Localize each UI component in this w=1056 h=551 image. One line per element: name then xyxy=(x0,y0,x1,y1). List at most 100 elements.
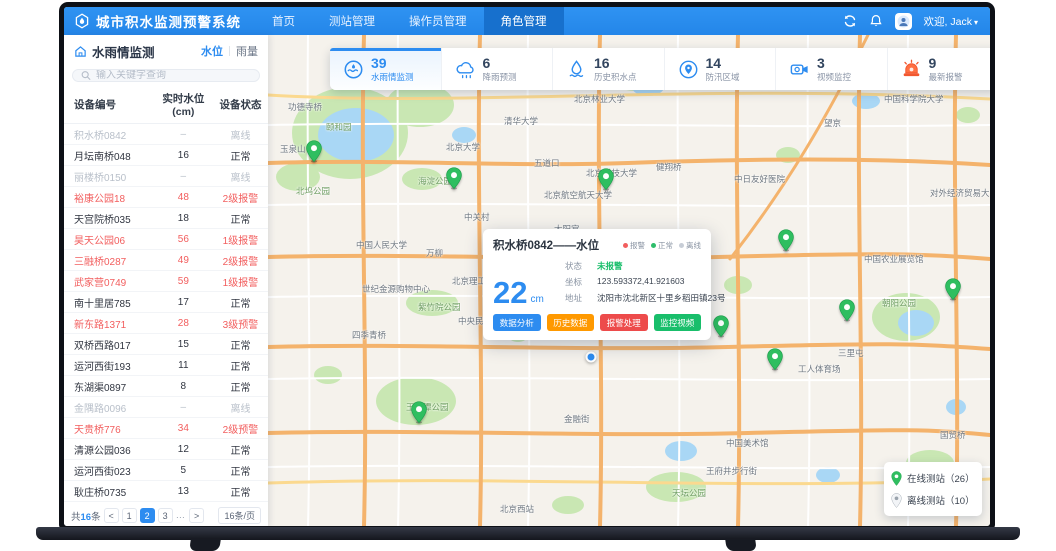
nav-item-首页[interactable]: 首页 xyxy=(255,7,312,35)
stat-card-视频监控[interactable]: 3 视频监控 xyxy=(775,48,887,90)
cell-device-id: 东湖渠0897 xyxy=(64,376,154,397)
cell-device-id: 清源公园036 xyxy=(64,439,154,460)
tab-rainfall[interactable]: 雨量 xyxy=(236,43,258,59)
nav-item-操作员管理[interactable]: 操作员管理 xyxy=(392,7,484,35)
table-row[interactable]: 昊天公园06 56 1级报警 xyxy=(64,229,268,250)
cell-water-level: 8 xyxy=(154,376,213,397)
cell-device-status: 离线 xyxy=(213,397,268,418)
stat-label: 水雨情监测 xyxy=(371,71,414,83)
selected-station-marker[interactable] xyxy=(586,352,597,363)
refresh-icon[interactable] xyxy=(843,14,857,28)
popup-title: 积水桥0842——水位 xyxy=(493,237,599,253)
page-number-button[interactable]: 3 xyxy=(158,508,173,523)
table-row[interactable]: 武家营0749 59 1级报警 xyxy=(64,271,268,292)
popup-fields: 状态 未报警 坐标 123.593372,41.921603 地址 沈阳市沈北新… xyxy=(565,260,725,308)
stat-card-降雨预测[interactable]: 6 降雨预测 xyxy=(441,48,553,90)
nav-item-角色管理[interactable]: 角色管理 xyxy=(484,7,564,35)
table-row[interactable]: 三融桥0287 49 2级报警 xyxy=(64,250,268,271)
monitor-foot-right xyxy=(725,539,757,551)
table-row[interactable]: 耿庄桥0735 13 正常 xyxy=(64,481,268,502)
user-avatar[interactable] xyxy=(895,13,912,30)
map-label: 北京大学 xyxy=(446,141,480,153)
station-pin[interactable] xyxy=(446,167,463,190)
station-pin[interactable] xyxy=(767,348,784,371)
cell-device-id: 新东路1371 xyxy=(64,313,154,334)
cell-water-level: 5 xyxy=(154,460,213,481)
main-content: 水雨情监测 水位 雨量 xyxy=(64,35,990,526)
rain-forecast-icon xyxy=(455,59,476,80)
welcome-text[interactable]: 欢迎, Jack▾ xyxy=(924,14,978,29)
nav-item-测站管理[interactable]: 测站管理 xyxy=(312,7,392,35)
popup-button-数据分析[interactable]: 数据分析 xyxy=(493,314,541,331)
station-pin[interactable] xyxy=(945,278,962,301)
nav-actions: 欢迎, Jack▾ xyxy=(843,7,990,35)
table-row[interactable]: 天宫院桥035 18 正常 xyxy=(64,208,268,229)
tab-divider xyxy=(229,46,230,56)
popup-button-历史数据[interactable]: 历史数据 xyxy=(547,314,595,331)
dashboard-screen: 城市积水监测预警系统 首页测站管理操作员管理角色管理 xyxy=(64,7,990,526)
water-level-reading: 22 cm xyxy=(493,260,555,308)
table-row[interactable]: 天贵桥776 34 2级预警 xyxy=(64,418,268,439)
col-header-device-status: 设备状态 xyxy=(213,88,268,124)
monitor-foot-left xyxy=(189,539,221,551)
table-row[interactable]: 南十里居785 17 正常 xyxy=(64,292,268,313)
chevron-down-icon: ▾ xyxy=(974,18,978,27)
station-pin[interactable] xyxy=(778,229,795,252)
cell-water-level: 34 xyxy=(154,418,213,439)
table-row[interactable]: 东湖渠0897 8 正常 xyxy=(64,376,268,397)
prev-page-button[interactable]: < xyxy=(104,508,119,523)
stat-card-防汛区域[interactable]: 14 防汛区域 xyxy=(664,48,776,90)
legend-online-stations[interactable]: 在线测站（26） xyxy=(891,467,975,489)
station-pin[interactable] xyxy=(411,401,428,424)
map-label: 中关村 xyxy=(464,211,490,223)
legend-offline-stations[interactable]: 离线测站（10） xyxy=(891,489,975,511)
popup-button-监控视频[interactable]: 监控视频 xyxy=(654,314,702,331)
legend-item: 正常 xyxy=(651,240,673,251)
table-row[interactable]: 双桥西路017 15 正常 xyxy=(64,334,268,355)
stat-value: 6 xyxy=(483,56,517,71)
table-row[interactable]: 裕康公园18 48 2级报警 xyxy=(64,187,268,208)
tab-water-level[interactable]: 水位 xyxy=(201,43,223,59)
table-row[interactable]: 丽楼桥0150 – 离线 xyxy=(64,166,268,187)
cell-water-level: 56 xyxy=(154,229,213,250)
station-pin[interactable] xyxy=(306,140,323,163)
cell-water-level: 59 xyxy=(154,271,213,292)
page-number-button[interactable]: 2 xyxy=(140,508,155,523)
table-row[interactable]: 金隅路0096 – 离线 xyxy=(64,397,268,418)
stat-card-水雨情监测[interactable]: 39 水雨情监测 xyxy=(330,48,441,90)
table-row[interactable]: 积水桥0842 – 离线 xyxy=(64,124,268,145)
map-label: 功德寺桥 xyxy=(288,101,322,113)
map-label: 紫竹院公园 xyxy=(418,301,461,313)
page-number-button[interactable]: 1 xyxy=(122,508,137,523)
nav-menu: 首页测站管理操作员管理角色管理 xyxy=(255,7,564,35)
stat-value: 3 xyxy=(817,56,851,71)
table-row[interactable]: 清源公园036 12 正常 xyxy=(64,439,268,460)
flood-zone-icon xyxy=(678,59,699,80)
popup-status-legend: 报警正常离线 xyxy=(623,240,701,251)
search-input[interactable] xyxy=(96,70,251,81)
next-page-button[interactable]: > xyxy=(189,508,204,523)
table-row[interactable]: 运河西街023 5 正常 xyxy=(64,460,268,481)
stat-card-历史积水点[interactable]: 16 历史积水点 xyxy=(552,48,664,90)
table-row[interactable]: 运河西街193 11 正常 xyxy=(64,355,268,376)
map-label: 中国人民大学 xyxy=(356,239,407,251)
cell-device-id: 三融桥0287 xyxy=(64,250,154,271)
cell-device-id: 裕康公园18 xyxy=(64,187,154,208)
page-size-select[interactable]: 16条/页 xyxy=(218,507,261,524)
notification-bell-icon[interactable] xyxy=(869,14,883,28)
cell-device-status: 2级预警 xyxy=(213,418,268,439)
cell-water-level: 49 xyxy=(154,250,213,271)
map-label: 国贸桥 xyxy=(940,429,966,441)
map-area[interactable]: 功德寺桥玉泉山北坞公园颐和园清华大学北京大学北京林业大学中国科学院大学五道口健翔… xyxy=(268,35,990,526)
map-label: 北坞公园 xyxy=(296,185,330,197)
stat-card-最新报警[interactable]: 9 最新报警 xyxy=(887,48,991,90)
table-row[interactable]: 月坛南桥048 16 正常 xyxy=(64,145,268,166)
table-row[interactable]: 新东路1371 28 3级预警 xyxy=(64,313,268,334)
field-label: 地址 xyxy=(565,292,589,304)
station-pin[interactable] xyxy=(839,299,856,322)
stat-label: 视频监控 xyxy=(817,71,851,83)
station-table: 设备编号 实时水位(cm) 设备状态 积水桥0842 – 离线 月坛南桥048 … xyxy=(64,88,268,502)
popup-button-报警处理[interactable]: 报警处理 xyxy=(600,314,648,331)
station-pin[interactable] xyxy=(598,168,615,191)
station-pin[interactable] xyxy=(713,315,730,338)
